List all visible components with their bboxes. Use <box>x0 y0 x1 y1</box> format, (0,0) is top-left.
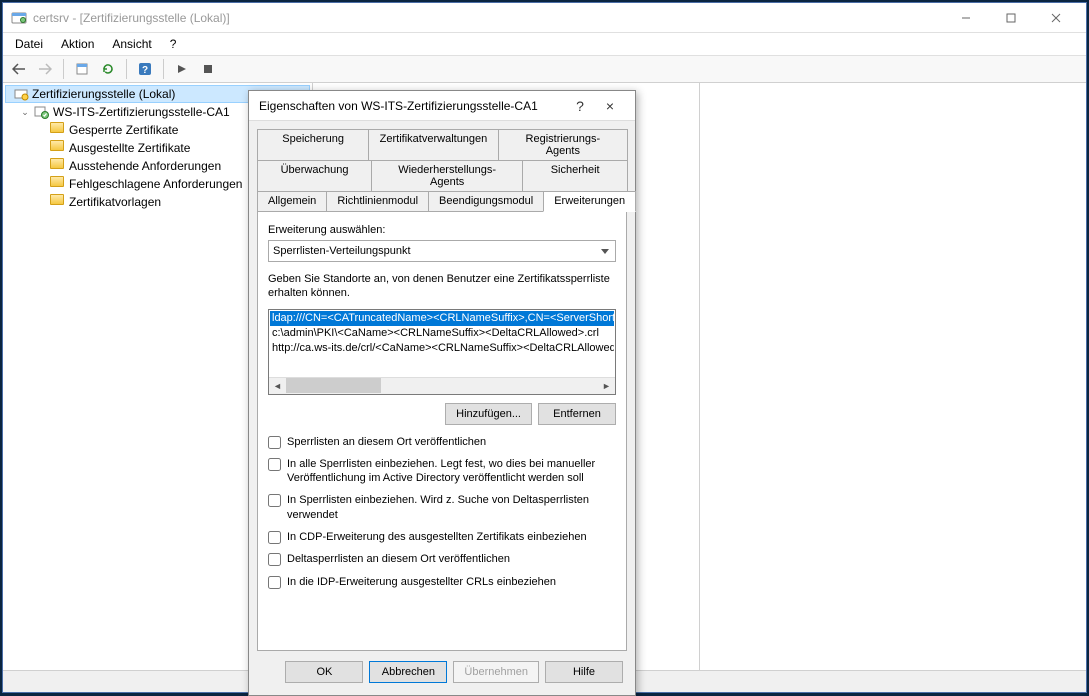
folder-icon <box>50 194 66 210</box>
tree-item-label: Zertifikatvorlagen <box>69 195 161 209</box>
tab-enrollment-agents[interactable]: Registrierungs-Agents <box>498 129 628 160</box>
checkbox[interactable] <box>268 553 281 566</box>
app-icon <box>11 10 27 26</box>
scroll-thumb[interactable] <box>286 378 381 393</box>
check-cdp-extension[interactable]: In CDP-Erweiterung des ausgestellten Zer… <box>268 530 616 544</box>
ca-icon <box>34 104 50 120</box>
folder-icon <box>50 176 66 192</box>
details-right[interactable] <box>700 83 1086 670</box>
extension-combo-value: Sperrlisten-Verteilungspunkt <box>273 245 411 257</box>
locations-listbox[interactable]: ldap:///CN=<CATruncatedName><CRLNameSuff… <box>268 309 616 395</box>
tree-root-label: Zertifizierungsstelle (Lokal) <box>32 87 175 101</box>
checkbox-label: In alle Sperrlisten einbeziehen. Legt fe… <box>287 457 616 486</box>
checkbox[interactable] <box>268 576 281 589</box>
svg-text:?: ? <box>142 65 148 76</box>
collapse-icon[interactable]: ⌄ <box>19 107 31 118</box>
cancel-button[interactable]: Abbrechen <box>369 661 447 683</box>
checkbox-label: In CDP-Erweiterung des ausgestellten Zer… <box>287 530 587 544</box>
list-item[interactable]: c:\admin\PKI\<CaName><CRLNameSuffix><Del… <box>270 326 614 341</box>
tab-general[interactable]: Allgemein <box>257 191 327 211</box>
refresh-button[interactable] <box>96 58 120 80</box>
window-title: certsrv - [Zertifizierungsstelle (Lokal)… <box>33 11 943 25</box>
titlebar[interactable]: certsrv - [Zertifizierungsstelle (Lokal)… <box>3 3 1086 33</box>
remove-button[interactable]: Entfernen <box>538 403 616 425</box>
dialog-help-button[interactable]: ? <box>565 94 595 118</box>
tree-item-label: Ausstehende Anforderungen <box>69 159 221 173</box>
menubar: Datei Aktion Ansicht ? <box>3 33 1086 55</box>
check-publish-crl[interactable]: Sperrlisten an diesem Ort veröffentliche… <box>268 435 616 449</box>
dialog-title: Eigenschaften von WS-ITS-Zertifizierungs… <box>259 99 565 113</box>
extension-select-label: Erweiterung auswählen: <box>268 224 616 236</box>
tab-policy-module[interactable]: Richtlinienmodul <box>326 191 429 211</box>
locations-label: Geben Sie Standorte an, von denen Benutz… <box>268 272 616 301</box>
cert-authority-icon <box>13 86 29 102</box>
check-publish-delta[interactable]: Deltasperrlisten an diesem Ort veröffent… <box>268 552 616 566</box>
properties-dialog: Eigenschaften von WS-ITS-Zertifizierungs… <box>248 90 636 696</box>
dialog-close-button[interactable]: × <box>595 94 625 118</box>
maximize-button[interactable] <box>988 4 1033 32</box>
checkbox[interactable] <box>268 494 281 507</box>
h-scrollbar[interactable]: ◄ ► <box>269 377 615 394</box>
checkbox-label: Sperrlisten an diesem Ort veröffentliche… <box>287 435 486 449</box>
close-button[interactable] <box>1033 4 1078 32</box>
checkbox-label: In Sperrlisten einbeziehen. Wird z. Such… <box>287 493 616 522</box>
toolbar: ? <box>3 55 1086 83</box>
tab-recovery-agents[interactable]: Wiederherstellungs-Agents <box>371 160 523 191</box>
tree-ca-label: WS-ITS-Zertifizierungsstelle-CA1 <box>53 105 230 119</box>
scroll-right-icon[interactable]: ► <box>598 377 615 394</box>
dialog-titlebar[interactable]: Eigenschaften von WS-ITS-Zertifizierungs… <box>249 91 635 121</box>
properties-button[interactable] <box>70 58 94 80</box>
checkbox[interactable] <box>268 531 281 544</box>
nav-forward-button[interactable] <box>33 58 57 80</box>
ok-button[interactable]: OK <box>285 661 363 683</box>
tabstrip: Speicherung Zertifikatverwaltungen Regis… <box>257 129 627 651</box>
tree-item-label: Ausgestellte Zertifikate <box>69 141 190 155</box>
help-button[interactable]: Hilfe <box>545 661 623 683</box>
menu-view[interactable]: Ansicht <box>104 35 159 53</box>
checkbox[interactable] <box>268 458 281 471</box>
tab-extensions[interactable]: Erweiterungen <box>543 191 636 212</box>
folder-icon <box>50 158 66 174</box>
dialog-footer: OK Abbrechen Übernehmen Hilfe <box>249 651 635 695</box>
folder-icon <box>50 122 66 138</box>
check-include-crls[interactable]: In Sperrlisten einbeziehen. Wird z. Such… <box>268 493 616 522</box>
checkbox-label: Deltasperrlisten an diesem Ort veröffent… <box>287 552 510 566</box>
stop-button[interactable] <box>196 58 220 80</box>
help-button[interactable]: ? <box>133 58 157 80</box>
checkbox-label: In die IDP-Erweiterung ausgestellter CRL… <box>287 575 556 589</box>
check-include-all-crls[interactable]: In alle Sperrlisten einbeziehen. Legt fe… <box>268 457 616 486</box>
apply-button[interactable]: Übernehmen <box>453 661 539 683</box>
scroll-left-icon[interactable]: ◄ <box>269 377 286 394</box>
add-button[interactable]: Hinzufügen... <box>445 403 532 425</box>
tree-item-label: Gesperrte Zertifikate <box>69 123 178 137</box>
check-idp-extension[interactable]: In die IDP-Erweiterung ausgestellter CRL… <box>268 575 616 589</box>
tab-security[interactable]: Sicherheit <box>522 160 628 191</box>
menu-file[interactable]: Datei <box>7 35 51 53</box>
play-button[interactable] <box>170 58 194 80</box>
tab-panel-extensions: Erweiterung auswählen: Sperrlisten-Verte… <box>257 211 627 651</box>
checkbox[interactable] <box>268 436 281 449</box>
list-item[interactable]: ldap:///CN=<CATruncatedName><CRLNameSuff… <box>270 311 614 326</box>
minimize-button[interactable] <box>943 4 988 32</box>
folder-icon <box>50 140 66 156</box>
menu-help[interactable]: ? <box>162 35 185 53</box>
scroll-track[interactable] <box>286 377 598 394</box>
nav-back-button[interactable] <box>7 58 31 80</box>
tab-auditing[interactable]: Überwachung <box>257 160 372 191</box>
tab-cert-managers[interactable]: Zertifikatverwaltungen <box>368 129 498 160</box>
tab-storage[interactable]: Speicherung <box>257 129 369 160</box>
extension-combo[interactable]: Sperrlisten-Verteilungspunkt <box>268 240 616 262</box>
tree-item-label: Fehlgeschlagene Anforderungen <box>69 177 242 191</box>
tab-exit-module[interactable]: Beendigungsmodul <box>428 191 544 211</box>
list-item[interactable]: http://ca.ws-its.de/crl/<CaName><CRLName… <box>270 341 614 356</box>
menu-action[interactable]: Aktion <box>53 35 102 53</box>
